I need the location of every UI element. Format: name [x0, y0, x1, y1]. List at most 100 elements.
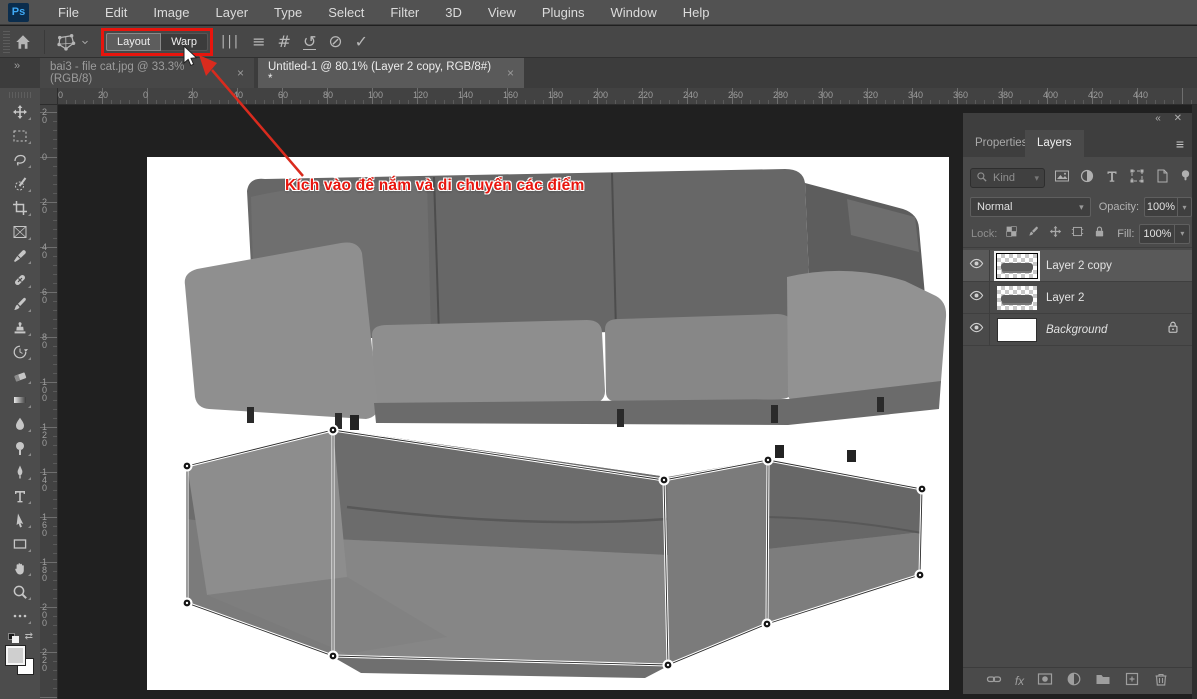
cancel-icon[interactable]: ⊘	[328, 32, 342, 52]
path-selection-tool[interactable]	[0, 508, 40, 532]
menu-file[interactable]: File	[45, 0, 92, 25]
delete-layer-icon[interactable]	[1153, 671, 1169, 692]
reset-warp-icon[interactable]: ↺	[303, 34, 316, 50]
filter-toggle-icon[interactable]	[1179, 169, 1192, 187]
layer-name[interactable]: Background	[1046, 324, 1107, 336]
warp-anchor[interactable]	[328, 425, 339, 436]
visibility-eye-icon[interactable]	[963, 314, 990, 346]
fill-chevron[interactable]: ▾	[1175, 224, 1190, 244]
warp-anchor[interactable]	[915, 570, 926, 581]
lock-all-icon[interactable]	[1093, 225, 1106, 243]
warp-anchor[interactable]	[182, 598, 193, 609]
zoom-tool[interactable]	[0, 580, 40, 604]
warp-anchor[interactable]	[917, 484, 928, 495]
lasso-tool[interactable]	[0, 148, 40, 172]
shape-tool[interactable]	[0, 532, 40, 556]
lock-artboard-icon[interactable]	[1071, 225, 1084, 243]
adjustment-layer-icon[interactable]	[1066, 671, 1082, 692]
menu-help[interactable]: Help	[670, 0, 723, 25]
layout-button[interactable]: Layout	[106, 33, 161, 51]
menu-edit[interactable]: Edit	[92, 0, 140, 25]
dodge-tool[interactable]	[0, 436, 40, 460]
warp-button[interactable]: Warp	[161, 33, 208, 51]
options-grip[interactable]	[3, 31, 10, 53]
menu-select[interactable]: Select	[315, 0, 377, 25]
layer-row-selected[interactable]: Layer 2 copy	[963, 250, 1192, 282]
default-colors-control[interactable]: ⇄	[7, 632, 33, 644]
foreground-color-swatch[interactable]	[6, 646, 25, 665]
filter-type-icon[interactable]	[1104, 168, 1120, 189]
blend-mode-select[interactable]: Normal ▾	[970, 197, 1091, 217]
close-icon[interactable]: ×	[507, 66, 514, 80]
warp-anchor[interactable]	[763, 455, 774, 466]
filter-adjustment-icon[interactable]	[1079, 168, 1095, 189]
warp-anchor[interactable]	[762, 619, 773, 630]
filter-smart-object-icon[interactable]	[1154, 168, 1170, 189]
layer-filter-kind[interactable]: Kind ▾	[970, 168, 1045, 188]
layer-thumbnail[interactable]	[997, 286, 1037, 310]
healing-brush-tool[interactable]	[0, 268, 40, 292]
commit-icon[interactable]: ✓	[355, 32, 368, 51]
split-vertical-icon[interactable]: |||	[221, 34, 240, 49]
gradient-tool[interactable]	[0, 388, 40, 412]
fill-value[interactable]: 100%	[1139, 224, 1175, 244]
layer-thumbnail[interactable]	[997, 254, 1037, 278]
marquee-tool[interactable]	[0, 124, 40, 148]
tab-layers[interactable]: Layers	[1025, 130, 1084, 157]
split-horizontal-icon[interactable]: ≡	[252, 32, 265, 51]
history-brush-tool[interactable]	[0, 340, 40, 364]
more-tools[interactable]	[0, 604, 40, 628]
home-icon[interactable]	[10, 29, 36, 55]
layer-name[interactable]: Layer 2	[1046, 292, 1084, 304]
dropdown-chevron-icon[interactable]	[79, 29, 91, 55]
toolbar-grip[interactable]	[9, 92, 31, 98]
menu-plugins[interactable]: Plugins	[529, 0, 598, 25]
filter-image-icon[interactable]	[1054, 168, 1070, 189]
document-tab-active[interactable]: Untitled-1 @ 80.1% (Layer 2 copy, RGB/8#…	[258, 58, 524, 88]
layer-mask-icon[interactable]	[1037, 671, 1053, 692]
warp-grid-icon[interactable]	[53, 29, 79, 55]
opacity-chevron[interactable]: ▾	[1178, 197, 1192, 217]
dock-collapse-chevrons[interactable]: »	[14, 60, 20, 72]
layer-row[interactable]: Layer 2	[963, 282, 1192, 314]
warp-anchor[interactable]	[659, 475, 670, 486]
filter-shape-icon[interactable]	[1129, 168, 1145, 189]
quick-selection-tool[interactable]	[0, 172, 40, 196]
menu-layer[interactable]: Layer	[203, 0, 262, 25]
grid-icon[interactable]: #	[278, 32, 291, 51]
link-layers-icon[interactable]	[986, 671, 1002, 692]
new-layer-icon[interactable]	[1124, 671, 1140, 692]
panel-menu-icon[interactable]: ≡	[1176, 136, 1184, 152]
brush-tool[interactable]	[0, 292, 40, 316]
lock-transparency-icon[interactable]	[1005, 225, 1018, 243]
menu-filter[interactable]: Filter	[377, 0, 432, 25]
warp-anchor[interactable]	[182, 461, 193, 472]
menu-type[interactable]: Type	[261, 0, 315, 25]
document-canvas[interactable]: Kích vào để nắm và di chuyển các điểm	[147, 157, 949, 690]
warp-anchor[interactable]	[663, 660, 674, 671]
frame-tool[interactable]	[0, 220, 40, 244]
hand-tool[interactable]	[0, 556, 40, 580]
visibility-eye-icon[interactable]	[963, 282, 990, 314]
menu-3d[interactable]: 3D	[432, 0, 475, 25]
layer-row-background[interactable]: Background	[963, 314, 1192, 346]
warp-anchor[interactable]	[328, 651, 339, 662]
close-icon[interactable]: ×	[237, 66, 244, 80]
move-tool[interactable]	[0, 100, 40, 124]
eraser-tool[interactable]	[0, 364, 40, 388]
layer-name[interactable]: Layer 2 copy	[1046, 260, 1112, 272]
layer-effects-icon[interactable]: fx	[1015, 674, 1024, 688]
collapse-panels-icon[interactable]: «	[1155, 113, 1161, 124]
eyedropper-tool[interactable]	[0, 244, 40, 268]
opacity-value[interactable]: 100%	[1144, 197, 1178, 217]
swap-colors-icon[interactable]: ⇄	[25, 631, 33, 642]
clone-stamp-tool[interactable]	[0, 316, 40, 340]
visibility-eye-icon[interactable]	[963, 250, 990, 282]
document-tab-inactive[interactable]: bai3 - file cat.jpg @ 33.3% (RGB/8) ×	[40, 58, 254, 88]
layer-thumbnail[interactable]	[997, 318, 1037, 342]
menu-image[interactable]: Image	[140, 0, 202, 25]
menu-window[interactable]: Window	[597, 0, 669, 25]
menu-view[interactable]: View	[475, 0, 529, 25]
lock-pixels-icon[interactable]	[1027, 225, 1040, 243]
pen-tool[interactable]	[0, 460, 40, 484]
